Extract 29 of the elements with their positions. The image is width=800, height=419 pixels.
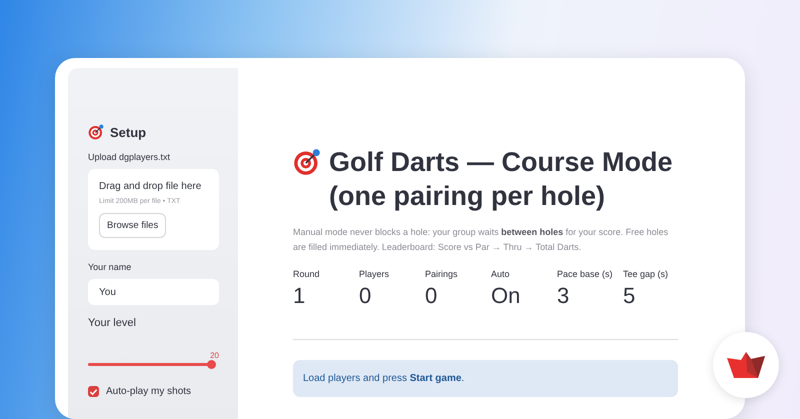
dartboard-icon bbox=[88, 124, 104, 140]
metric-label: Pairings bbox=[425, 269, 459, 279]
metric-label: Round bbox=[293, 269, 321, 279]
metric-value: 1 bbox=[293, 283, 306, 309]
sidebar-heading: Setup bbox=[110, 124, 146, 140]
dartboard-icon bbox=[293, 148, 321, 176]
slider-thumb[interactable] bbox=[207, 360, 216, 369]
slider-reading: 20 bbox=[209, 351, 219, 360]
metric-value: 3 bbox=[557, 283, 570, 309]
metric-value: 0 bbox=[425, 283, 438, 309]
metric-label: Tee gap (s) bbox=[623, 269, 670, 279]
browse-files-button[interactable]: Browse files bbox=[99, 213, 166, 238]
info-message: Load players and press Start game. bbox=[293, 360, 678, 397]
description-text: Manual mode never blocks a hole: your group waits between holes for your score. Free holes are filled immediately. Leaderboard: Score vs Par → Thru → Total Darts. bbox=[293, 226, 670, 254]
checkbox-label: Auto-play my shots bbox=[106, 386, 192, 397]
name-input-field[interactable]: You bbox=[88, 279, 219, 305]
metric-value: On bbox=[491, 283, 522, 309]
upload-label: Upload dgplayers.txt bbox=[88, 152, 172, 162]
metric-value: 0 bbox=[359, 283, 372, 309]
checkbox[interactable] bbox=[88, 386, 99, 397]
dropzone-prompt: Drag and drop file here bbox=[99, 181, 202, 192]
metric-label: Players bbox=[359, 269, 390, 279]
metric-label: Pace base (s) bbox=[557, 269, 614, 279]
page-title: Golf Darts — Course Mode (one pairing per hole) bbox=[329, 146, 674, 213]
level-label: Your level bbox=[88, 317, 137, 329]
metric-value: 5 bbox=[623, 283, 636, 309]
name-label: Your name bbox=[88, 262, 132, 272]
boat-icon bbox=[727, 352, 765, 378]
metric-label: Auto bbox=[491, 269, 511, 279]
